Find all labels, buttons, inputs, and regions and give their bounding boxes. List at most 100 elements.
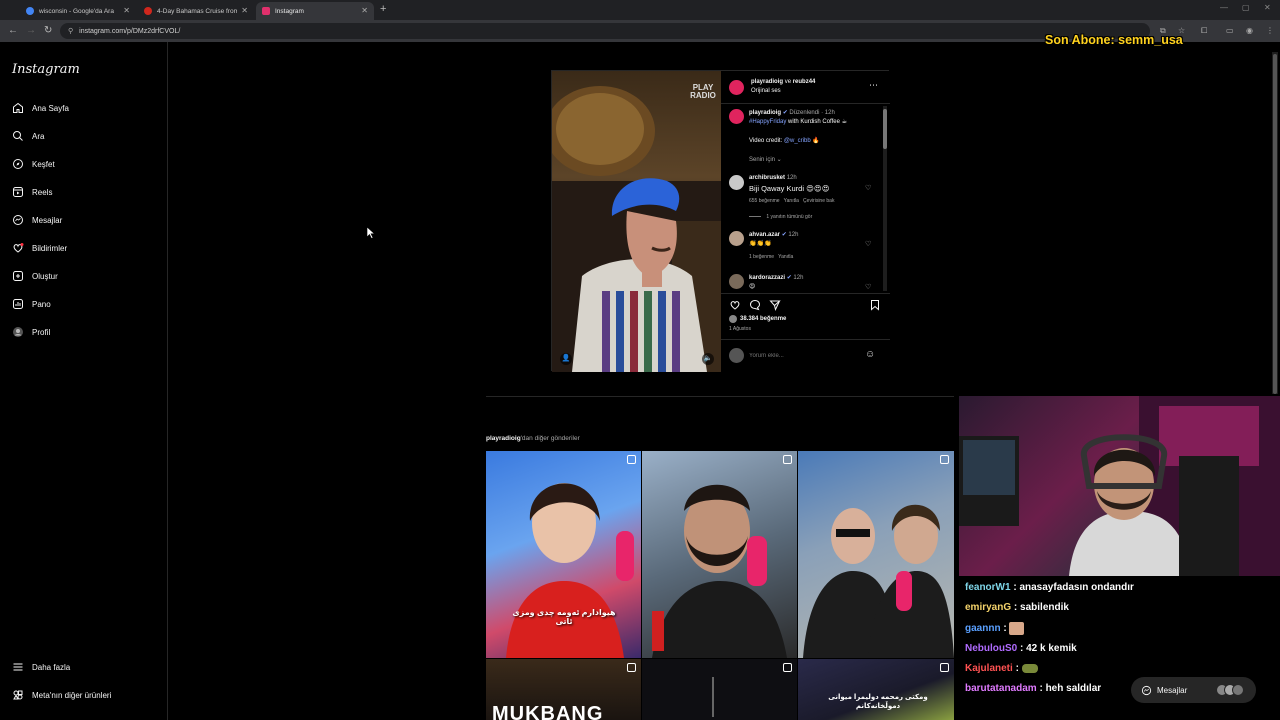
avatar[interactable] xyxy=(729,231,744,246)
instagram-logo[interactable]: Instagram xyxy=(12,62,80,77)
audio-label[interactable]: Orijinal ses xyxy=(751,88,781,94)
reply-link[interactable]: Yanıtla xyxy=(778,254,793,260)
back-icon[interactable]: ← xyxy=(8,25,18,36)
sidebar-item-home[interactable]: Ana Sayfa xyxy=(12,102,69,114)
browser-tab-instagram[interactable]: Instagram ✕ xyxy=(256,2,374,20)
sidebar-item-label: Daha fazla xyxy=(32,662,71,672)
comments-scroll-thumb[interactable] xyxy=(883,109,887,149)
credit-label: Video credit: xyxy=(749,138,783,144)
reload-icon[interactable]: ↻ xyxy=(44,25,52,36)
google-favicon-icon xyxy=(26,7,34,15)
sidebar-item-search[interactable]: Ara xyxy=(12,130,44,142)
comment-username[interactable]: ahvan.azar xyxy=(749,232,780,238)
sidebar-item-reels[interactable]: Reels xyxy=(12,186,52,198)
more-post-thumbnail-6[interactable]: ومکتی رمحمه دوليمرا میوانی دموڵخانەکانم xyxy=(798,659,954,720)
for-you-label[interactable]: Senin için ⌄ xyxy=(749,156,782,163)
chat-text: : sabilendik xyxy=(1013,602,1069,613)
plus-icon xyxy=(13,271,23,281)
sidebar-item-dashboard[interactable]: Pano xyxy=(12,298,51,310)
chat-username: feanorW1 xyxy=(965,582,1011,593)
view-replies-link[interactable]: 1 yanıtın tümünü gör xyxy=(749,214,812,220)
sidebar-item-label: Ara xyxy=(32,131,45,141)
extensions-icon[interactable]: ⧠ xyxy=(1201,26,1207,36)
comment-like-heart-icon[interactable]: ♡ xyxy=(865,184,871,192)
forward-icon[interactable]: → xyxy=(26,25,36,36)
sidebar-item-explore[interactable]: Keşfet xyxy=(12,158,55,170)
close-window-icon[interactable]: ✕ xyxy=(1264,3,1271,12)
avatar[interactable] xyxy=(729,109,744,124)
credit-user-link[interactable]: @w_cribb xyxy=(784,138,811,144)
save-bookmark-icon[interactable] xyxy=(869,299,881,311)
maximize-icon[interactable]: ▢ xyxy=(1242,3,1250,12)
close-icon[interactable]: ✕ xyxy=(241,6,248,15)
chat-text: : xyxy=(1015,663,1019,674)
sidebar-item-create[interactable]: Oluştur xyxy=(12,270,58,282)
sidebar-item-label: Reels xyxy=(32,187,53,197)
tagged-users-icon[interactable]: 👤 xyxy=(560,353,572,365)
post-date: 1 Ağustos xyxy=(729,326,751,332)
browser-tab-cruise[interactable]: 4-Day Bahamas Cruise from Mi ✕ xyxy=(138,2,254,20)
more-post-thumbnail-3[interactable] xyxy=(798,451,954,658)
share-send-icon[interactable] xyxy=(769,299,781,311)
more-post-thumbnail-2[interactable] xyxy=(642,451,797,658)
tab-label: Instagram xyxy=(275,7,304,15)
comment-likes[interactable]: 655 beğenme xyxy=(749,198,780,204)
avatar xyxy=(729,315,737,323)
emoji-picker-icon[interactable]: ☺ xyxy=(865,349,875,360)
avatar[interactable] xyxy=(729,80,744,95)
more-post-thumbnail-4[interactable]: MUKBANG xyxy=(486,659,641,720)
chat-text: : anasayfadasın ondandır xyxy=(1013,582,1134,593)
compass-icon xyxy=(13,159,23,169)
address-bar[interactable]: ⚲ instagram.com/p/DMz2drfCVOL/ xyxy=(60,23,1150,39)
avatar[interactable] xyxy=(729,175,744,190)
menu-kebab-icon[interactable]: ⋮ xyxy=(1266,26,1274,35)
site-info-icon[interactable]: ⚲ xyxy=(68,27,73,35)
chat-message: Kajulaneti : xyxy=(965,663,1038,674)
coauthor-username[interactable]: reubz44 xyxy=(793,79,816,85)
more-options-icon[interactable]: ⋯ xyxy=(869,80,878,91)
comment-text: 👏👏👏 xyxy=(749,241,772,247)
translate-link[interactable]: Çevirisine bak xyxy=(803,198,834,204)
more-post-thumbnail-5[interactable] xyxy=(642,659,797,720)
like-heart-icon[interactable] xyxy=(729,299,741,311)
close-icon[interactable]: ✕ xyxy=(123,6,130,15)
browser-tab-google[interactable]: wisconsin - Google'da Ara ✕ xyxy=(20,2,136,20)
avatar[interactable] xyxy=(729,274,744,289)
caption-username[interactable]: playradioig xyxy=(749,110,781,116)
mute-icon[interactable]: 🔈 xyxy=(702,353,714,365)
thumbnail-caption: هيوادارم ئەومە چدی ومزی ئاتی xyxy=(512,608,616,626)
hashtag-link[interactable]: #HappyFriday xyxy=(749,119,786,125)
more-post-thumbnail-1[interactable]: هيوادارم ئەومە چدی ومزی ئاتی xyxy=(486,451,641,658)
post-video[interactable]: PLAY RADIO 👤 🔈 xyxy=(552,71,721,372)
page-scroll-thumb[interactable] xyxy=(1273,54,1277,394)
post-details-panel: playradioig ve reubz44 Orijinal ses ⋯ pl… xyxy=(721,71,890,372)
comment-bubble-icon[interactable] xyxy=(749,299,761,311)
tab-label: 4-Day Bahamas Cruise from Mi xyxy=(157,7,237,15)
sidebar-item-notifications[interactable]: Bildirimler xyxy=(12,242,67,254)
comment-username[interactable]: kardorazzazi xyxy=(749,275,785,281)
profile-avatar-icon[interactable]: ◉ xyxy=(1246,26,1253,35)
close-icon[interactable]: ✕ xyxy=(361,6,368,15)
comment-like-heart-icon[interactable]: ♡ xyxy=(865,283,871,291)
new-tab-icon[interactable]: + xyxy=(380,3,386,15)
reply-link[interactable]: Yanıtla xyxy=(784,198,799,204)
likes-count[interactable]: 38.384 beğenme xyxy=(740,316,786,322)
comment-username[interactable]: archibrusket xyxy=(749,175,785,181)
comment-likes[interactable]: 1 beğenme xyxy=(749,254,774,260)
sidebar-item-messages[interactable]: Mesajlar xyxy=(12,214,62,226)
browser-tab-bar: wisconsin - Google'da Ara ✕ 4-Day Bahama… xyxy=(0,0,1280,20)
comment-like-heart-icon[interactable]: ♡ xyxy=(865,240,871,248)
sidebar-item-meta-products[interactable]: Meta'nın diğer ürünleri xyxy=(12,689,111,701)
minimize-icon[interactable]: — xyxy=(1220,3,1228,12)
comment-input[interactable] xyxy=(749,350,859,362)
sidebar-item-more[interactable]: Daha fazla xyxy=(12,661,70,673)
view-replies-text: 1 yanıtın tümünü gör xyxy=(766,214,813,220)
author-username[interactable]: playradioig xyxy=(751,79,783,85)
comment-text: Biji Qaway Kurdi 😍😍😍 xyxy=(749,184,830,193)
messages-floating-button[interactable]: Mesajlar xyxy=(1131,677,1256,703)
more-posts-user[interactable]: playradioig xyxy=(486,435,521,442)
sidebar-item-profile[interactable]: Profil xyxy=(12,326,50,338)
hamburger-menu-icon xyxy=(13,663,23,671)
sidepanel-icon[interactable]: ▭ xyxy=(1226,26,1234,35)
reels-icon xyxy=(13,187,23,197)
